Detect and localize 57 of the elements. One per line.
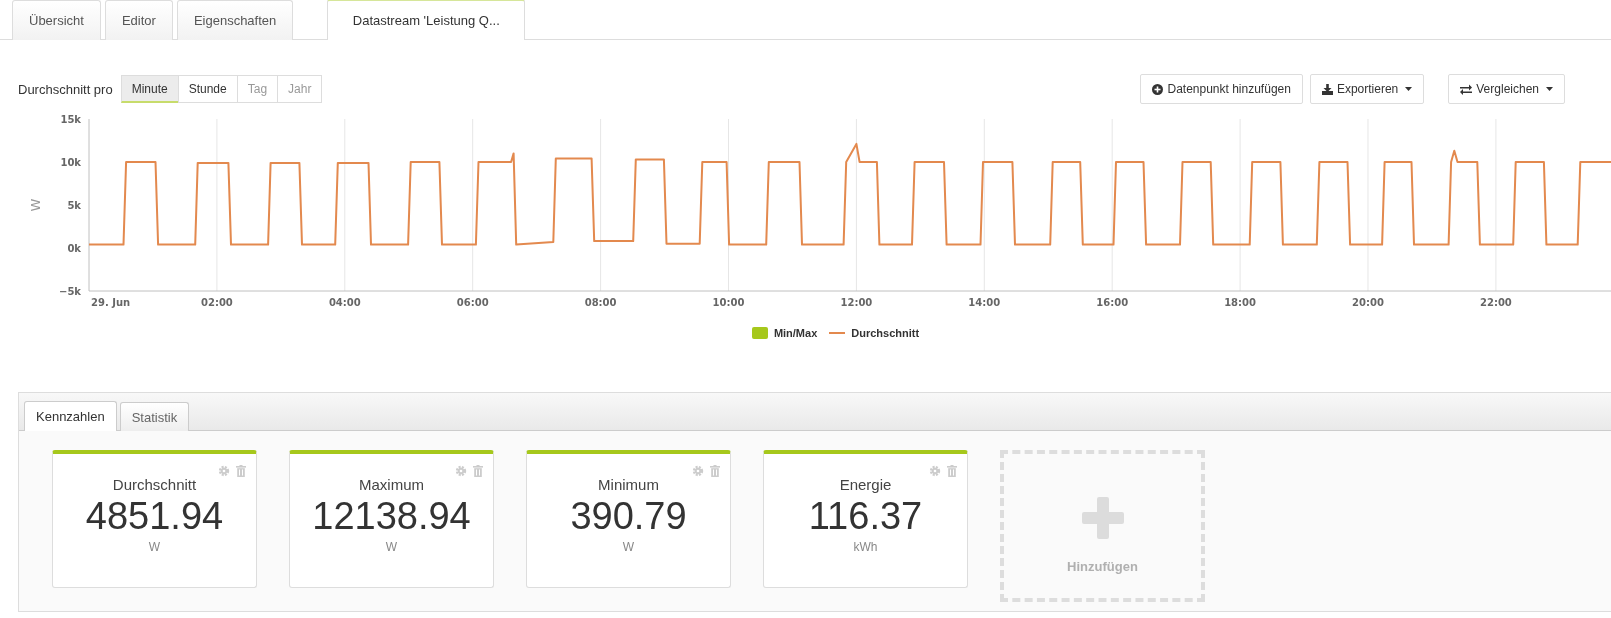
y-axis-label: 15k xyxy=(60,114,81,125)
x-axis-label: 29. Jun xyxy=(91,297,131,308)
trash-icon xyxy=(947,465,957,477)
trash-icon xyxy=(236,465,246,477)
add-label: Hinzufügen xyxy=(1067,559,1138,574)
interval-label: Durchschnitt pro xyxy=(18,81,113,97)
x-axis-label: 02:00 xyxy=(201,297,233,308)
y-axis-label: 10k xyxy=(60,157,81,168)
x-axis-label: 06:00 xyxy=(456,297,489,308)
stat-value: 116.37 xyxy=(808,495,923,538)
tab[interactable]: Kennzahlen xyxy=(24,401,117,431)
gear-icon xyxy=(455,465,467,477)
stat-value: 390.79 xyxy=(570,495,687,538)
stat-value: 12138.94 xyxy=(312,495,471,538)
stat-title: Durchschnitt xyxy=(112,476,197,493)
x-axis-label: 04:00 xyxy=(328,297,361,308)
gear-icon xyxy=(218,465,230,477)
tab[interactable]: Eigenschaften xyxy=(176,0,294,40)
legend-label: Min/Max xyxy=(773,327,818,339)
toolbar-button[interactable]: Vergleichen xyxy=(1448,74,1565,104)
tab[interactable]: Statistik xyxy=(119,402,190,431)
x-axis-label: 16:00 xyxy=(1096,297,1129,308)
x-axis-label: 12:00 xyxy=(840,297,873,308)
interval-button[interactable]: Stunde xyxy=(177,75,238,103)
stat-unit: W xyxy=(385,540,398,554)
stat-title: Maximum xyxy=(359,476,424,493)
trash-icon xyxy=(473,465,483,477)
x-axis-label: 08:00 xyxy=(584,297,617,308)
x-axis-label: 14:00 xyxy=(968,297,1001,308)
tab[interactable]: Editor xyxy=(104,0,173,40)
x-axis-label: 22:00 xyxy=(1479,297,1512,308)
trash-icon xyxy=(710,465,720,477)
stat-unit: W xyxy=(622,540,635,554)
plus-circle-icon xyxy=(1152,83,1164,95)
tab[interactable]: Datastream 'Leistung Q... xyxy=(327,0,526,40)
x-axis-label: 18:00 xyxy=(1224,297,1256,308)
stat-value: 4851.94 xyxy=(85,495,224,538)
swap-arrows-icon xyxy=(1460,83,1473,95)
legend-label: Durchschnitt xyxy=(851,327,920,339)
gear-icon xyxy=(692,465,704,477)
x-axis-label: 20:00 xyxy=(1352,297,1384,308)
gear-icon xyxy=(929,465,941,477)
tab[interactable]: Übersicht xyxy=(12,0,101,40)
toolbar-button[interactable]: Exportieren xyxy=(1309,74,1425,104)
y-axis-title: W xyxy=(28,198,43,212)
stat-title: Minimum xyxy=(598,476,659,493)
download-icon xyxy=(1321,83,1333,95)
interval-button[interactable]: Minute xyxy=(120,75,179,103)
stat-unit: W xyxy=(148,540,161,554)
x-axis-label: 10:00 xyxy=(712,297,745,308)
toolbar-button[interactable]: Datenpunkt hinzufügen xyxy=(1140,74,1303,104)
stat-unit: kWh xyxy=(853,540,878,554)
y-axis-label: 5k xyxy=(67,200,81,211)
stat-title: Energie xyxy=(839,476,892,493)
y-axis-label: 0k xyxy=(67,243,81,254)
plus-icon xyxy=(1081,497,1124,539)
y-axis-label: −5k xyxy=(59,286,81,297)
